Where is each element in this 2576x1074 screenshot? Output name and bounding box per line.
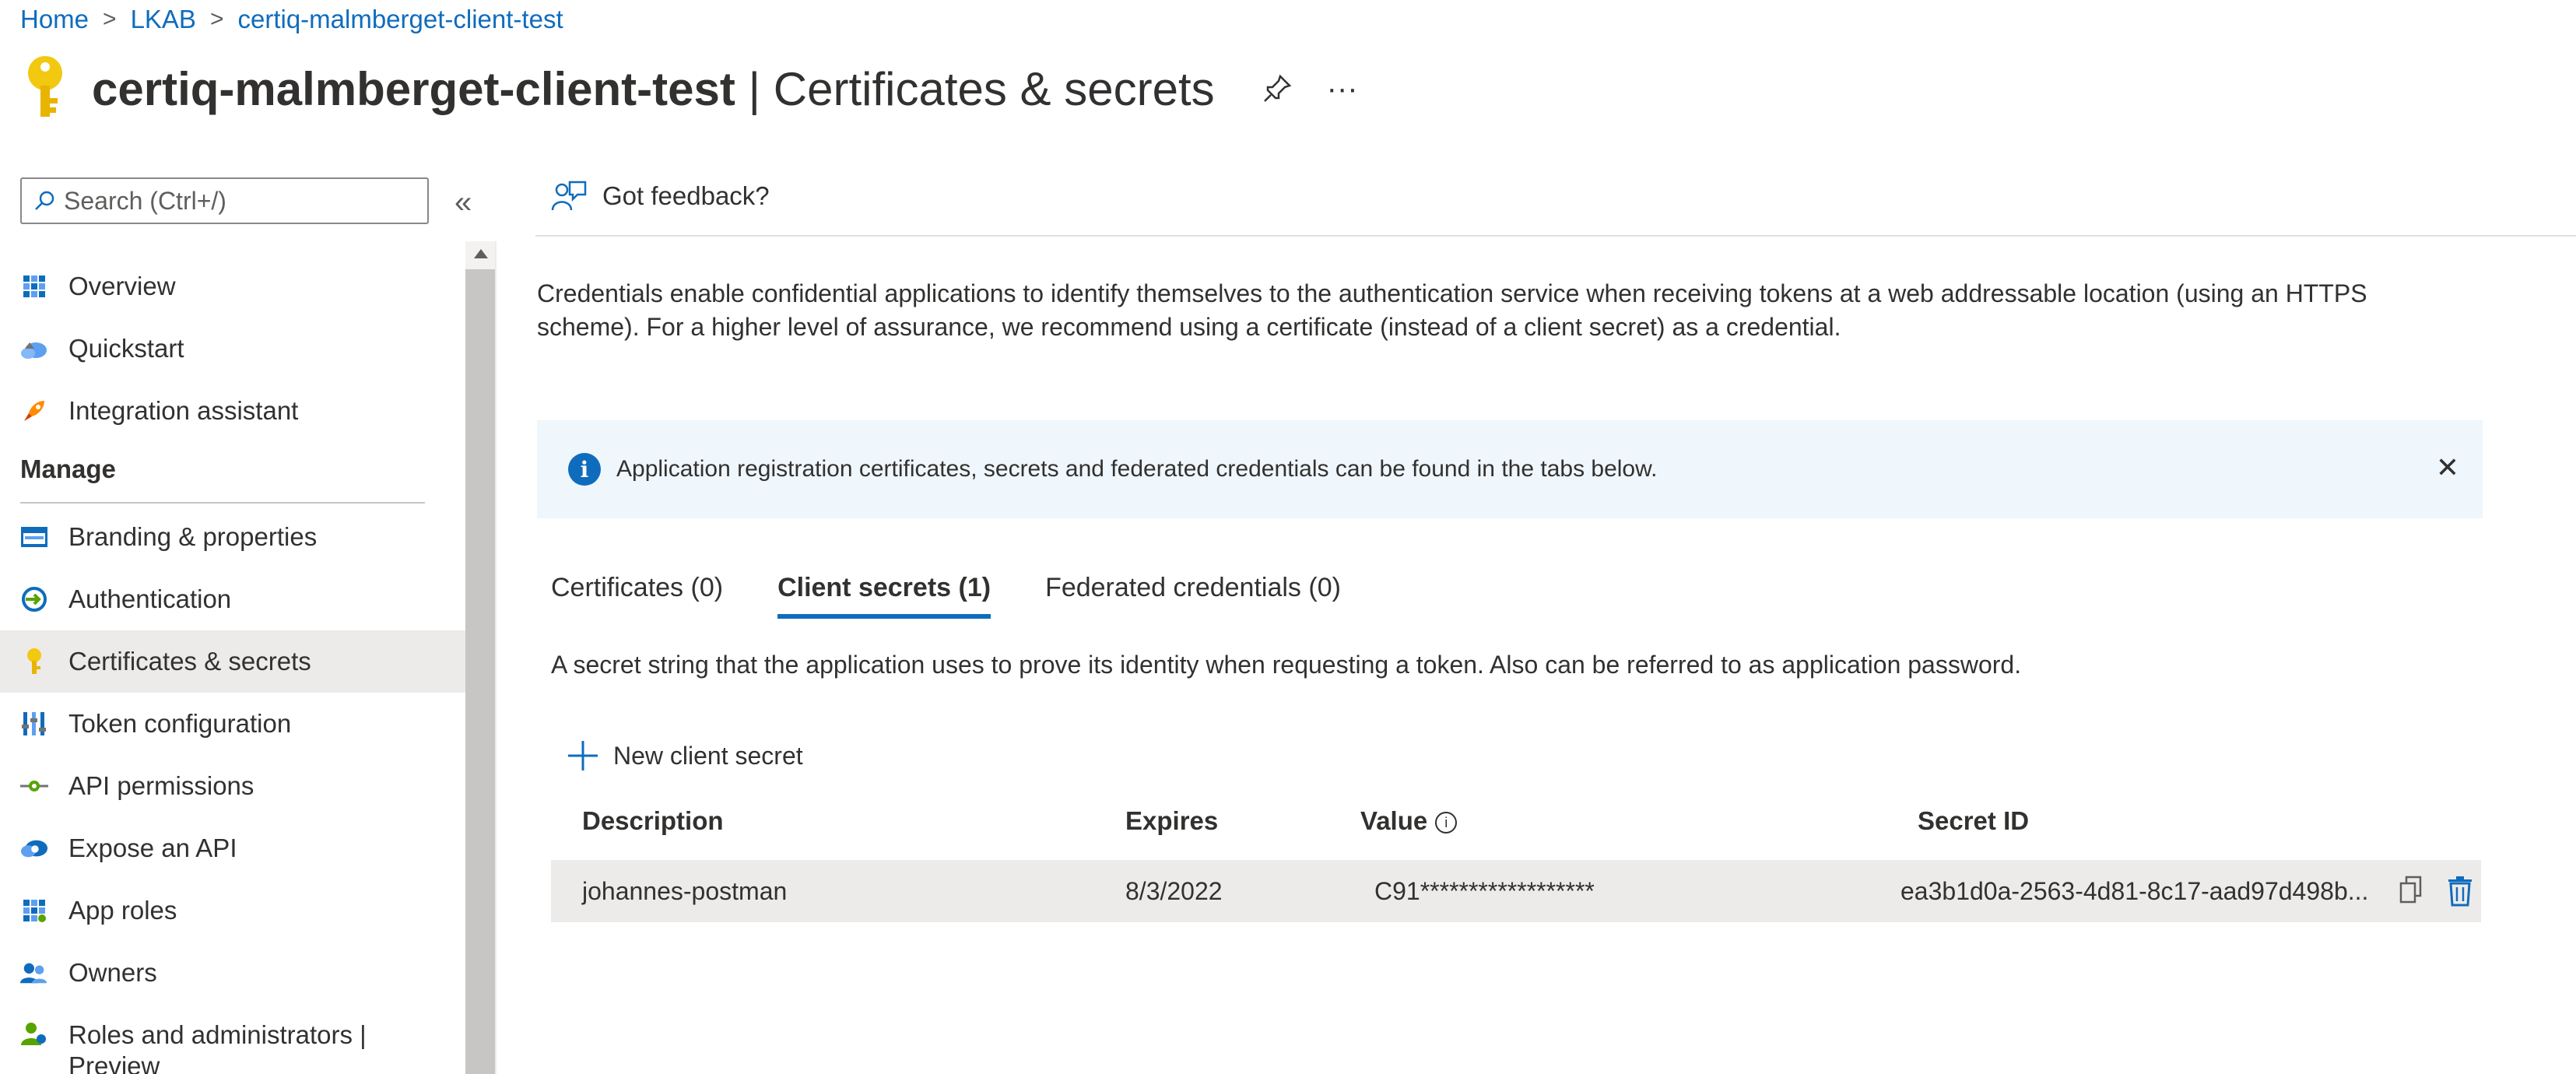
- credentials-description: Credentials enable confidential applicat…: [537, 277, 2483, 344]
- tab-client-secrets[interactable]: Client secrets (1): [777, 573, 991, 619]
- rocket-icon: [20, 397, 48, 425]
- column-header-secret-id: Secret ID: [1918, 806, 2030, 835]
- search-icon: [35, 191, 54, 210]
- sidebar-item-quickstart[interactable]: Quickstart: [0, 318, 465, 380]
- more-options-icon[interactable]: ···: [1327, 72, 1358, 107]
- close-icon[interactable]: ✕: [2436, 451, 2459, 484]
- breadcrumb-lkab[interactable]: LKAB: [131, 5, 196, 34]
- sidebar-item-label: Certificates & secrets: [68, 647, 311, 676]
- sidebar-item-expose-api[interactable]: Expose an API: [0, 817, 465, 879]
- manage-section-title: Manage: [20, 455, 116, 483]
- info-icon: i: [568, 453, 601, 486]
- roles-admins-icon: [20, 1020, 48, 1048]
- sidebar-item-label: Overview: [68, 272, 176, 300]
- key-icon: [20, 648, 48, 676]
- page-header: certiq-malmberget-client-test | Certific…: [20, 54, 1358, 123]
- quickstart-cloud-icon: [20, 335, 48, 363]
- column-header-description: Description: [582, 806, 724, 835]
- sidebar-item-integration-assistant[interactable]: Integration assistant: [0, 380, 465, 442]
- key-icon: [28, 56, 62, 117]
- sidebar-item-label: Expose an API: [68, 834, 237, 862]
- sidebar-item-label: App roles: [68, 896, 177, 925]
- table-row[interactable]: johannes-postman 8/3/2022 C91***********…: [551, 860, 2481, 922]
- api-permissions-icon: [20, 772, 48, 800]
- search-placeholder: Search (Ctrl+/): [64, 186, 226, 215]
- overview-grid-icon: [20, 272, 48, 300]
- trash-icon[interactable]: [2447, 876, 2473, 907]
- command-bar-divider: [535, 235, 2576, 237]
- sidebar-item-label: Owners: [68, 958, 157, 987]
- info-bar-text: Application registration certificates, s…: [616, 456, 1658, 482]
- breadcrumb-separator: >: [209, 6, 224, 32]
- sidebar-item-label: Roles and administrators |: [68, 1020, 367, 1049]
- column-header-expires: Expires: [1125, 806, 1219, 835]
- sidebar-item-api-permissions[interactable]: API permissions: [0, 755, 465, 817]
- description-line-2: scheme). For a higher level of assurance…: [537, 313, 1841, 341]
- main-content: Got feedback? Credentials enable confide…: [535, 171, 2576, 1072]
- search-input[interactable]: Search (Ctrl+/): [20, 177, 429, 224]
- sidebar-item-authentication[interactable]: Authentication: [0, 568, 465, 630]
- sidebar-item-branding[interactable]: Branding & properties: [0, 506, 465, 568]
- breadcrumb: Home > LKAB > certiq-malmberget-client-t…: [20, 5, 563, 34]
- tab-certificates[interactable]: Certificates (0): [551, 573, 723, 619]
- sidebar-item-owners[interactable]: Owners: [0, 942, 465, 1004]
- sidebar-item-certificates-secrets[interactable]: Certificates & secrets: [0, 630, 465, 693]
- owners-icon: [20, 959, 48, 987]
- sidebar-item-label-preview: Preview: [68, 1051, 160, 1074]
- sidebar-item-token-configuration[interactable]: Token configuration: [0, 693, 465, 755]
- page-name: | Certificates & secrets: [748, 62, 1215, 115]
- sidebar-scrollbar[interactable]: [465, 241, 497, 1074]
- column-header-value-label: Value: [1360, 806, 1428, 835]
- scroll-up-icon[interactable]: [474, 249, 488, 258]
- app-name: certiq-malmberget-client-test: [92, 62, 735, 115]
- plus-icon: [568, 741, 598, 770]
- credential-tabs: Certificates (0) Client secrets (1) Fede…: [551, 573, 1341, 619]
- tab-federated-credentials[interactable]: Federated credentials (0): [1045, 573, 1341, 619]
- sidebar-item-label: Integration assistant: [68, 396, 299, 425]
- breadcrumb-home[interactable]: Home: [20, 5, 89, 34]
- sidebar-item-label: Branding & properties: [68, 522, 318, 551]
- sidebar: Search (Ctrl+/) « Overview Quickstart In…: [0, 171, 497, 1074]
- secrets-table-header: Description Expires Value i Secret ID: [551, 806, 2481, 853]
- sidebar-item-roles-administrators[interactable]: Roles and administrators | Preview: [0, 1004, 465, 1074]
- expose-api-cloud-icon: [20, 834, 48, 862]
- token-bars-icon: [20, 710, 48, 738]
- description-line-1: Credentials enable confidential applicat…: [537, 279, 2367, 307]
- secret-id: ea3b1d0a-2563-4d81-8c17-aad97d498b...: [1900, 877, 2369, 905]
- sidebar-item-label: Token configuration: [68, 709, 292, 738]
- info-icon[interactable]: i: [1435, 812, 1458, 834]
- copy-icon[interactable]: [2399, 876, 2423, 905]
- sidebar-item-overview[interactable]: Overview: [0, 255, 465, 318]
- app-roles-grid-icon: [20, 897, 48, 925]
- secret-expires: 8/3/2022: [1125, 877, 1223, 905]
- secret-description: johannes-postman: [582, 877, 788, 905]
- secret-value: C91******************: [1374, 877, 1595, 905]
- feedback-label: Got feedback?: [602, 181, 770, 210]
- authentication-icon: [20, 585, 48, 613]
- new-client-secret-label: New client secret: [613, 741, 803, 770]
- sidebar-item-label: API permissions: [68, 771, 254, 800]
- column-header-value: Value i: [1360, 806, 1458, 836]
- sidebar-item-label: Quickstart: [68, 334, 184, 363]
- breadcrumb-separator: >: [103, 6, 117, 32]
- new-client-secret-button[interactable]: New client secret: [567, 739, 803, 772]
- sidebar-item-label: Authentication: [68, 584, 232, 613]
- info-message-bar: i Application registration certificates,…: [537, 420, 2483, 518]
- page-title: certiq-malmberget-client-test | Certific…: [92, 62, 1215, 116]
- client-secrets-description: A secret string that the application use…: [551, 651, 2022, 679]
- collapse-sidebar-icon[interactable]: «: [454, 185, 472, 220]
- branding-icon: [20, 523, 48, 551]
- pin-icon[interactable]: [1262, 73, 1293, 104]
- sidebar-item-app-roles[interactable]: App roles: [0, 879, 465, 942]
- breadcrumb-app[interactable]: certiq-malmberget-client-test: [237, 5, 563, 34]
- feedback-icon: [551, 181, 587, 211]
- feedback-button[interactable]: Got feedback?: [551, 179, 770, 213]
- section-divider: [20, 502, 425, 504]
